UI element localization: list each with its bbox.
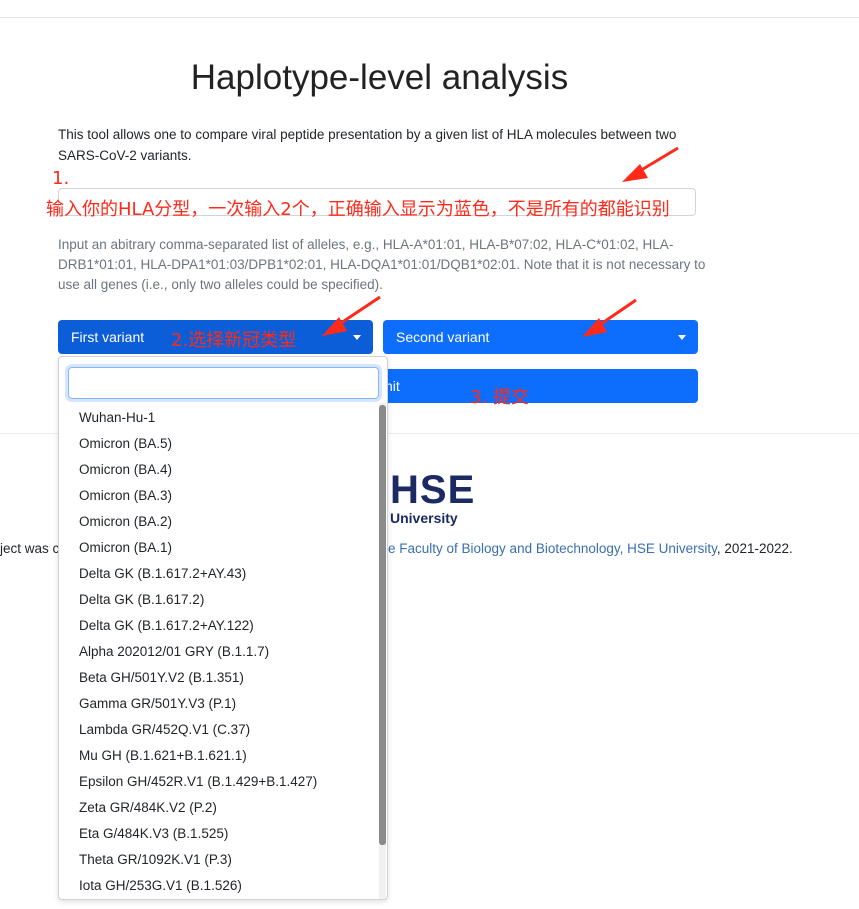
- annotation-step2-text: 2.选择新冠类型: [171, 330, 297, 351]
- variant-option[interactable]: Omicron (BA.4): [59, 457, 379, 483]
- variant-options-list: Wuhan-Hu-1 Omicron (BA.5) Omicron (BA.4) Om…: [59, 405, 379, 899]
- variant-option[interactable]: Omicron (BA.2): [59, 509, 379, 535]
- variant-option[interactable]: Eta G/484K.V3 (B.1.525): [59, 821, 379, 847]
- variant-option[interactable]: Omicron (BA.5): [59, 431, 379, 457]
- variant-option[interactable]: Iota GH/253G.V1 (B.1.526): [59, 873, 379, 899]
- variant-option[interactable]: Delta GK (B.1.617.2+AY.43): [59, 561, 379, 587]
- annotation-step1-text: 输入你的HLA分型，一次输入2个，正确输入显示为蓝色，不是所有的都能识别: [46, 199, 670, 220]
- footer-text-left: ject was c: [0, 541, 60, 556]
- variant-option[interactable]: Beta GH/501Y.V2 (B.1.351): [59, 665, 379, 691]
- scrollbar-thumb[interactable]: [379, 405, 386, 845]
- variant-option[interactable]: Epsilon GH/452R.V1 (B.1.429+B.1.427): [59, 769, 379, 795]
- annotation-arrowhead-1: [622, 164, 648, 182]
- caret-down-icon: [678, 335, 686, 340]
- hse-logo-text: HSE: [390, 468, 476, 512]
- first-variant-label: First variant: [71, 329, 145, 345]
- variant-option[interactable]: Omicron (BA.1): [59, 535, 379, 561]
- faculty-link[interactable]: e Faculty of Biology and Biotechnology, …: [388, 541, 717, 556]
- variant-option[interactable]: Delta GK (B.1.617.2): [59, 587, 379, 613]
- variant-option[interactable]: Delta GK (B.1.617.2+AY.122): [59, 613, 379, 639]
- variant-option[interactable]: Wuhan-Hu-1: [59, 405, 379, 431]
- tool-description: This tool allows one to compare viral pe…: [58, 127, 677, 163]
- variant-option[interactable]: Lambda GR/452Q.V1 (C.37): [59, 717, 379, 743]
- hse-logo-subtext: University: [390, 510, 458, 526]
- footer-years: , 2021-2022.: [716, 541, 793, 556]
- variant-option[interactable]: Zeta GR/484K.V2 (P.2): [59, 795, 379, 821]
- annotation-step1-number: 1.: [52, 168, 70, 189]
- second-variant-dropdown[interactable]: Second variant: [383, 320, 698, 354]
- caret-down-icon: [353, 335, 361, 340]
- variant-option[interactable]: Mu GH (B.1.621+B.1.621.1): [59, 743, 379, 769]
- hla-input-help-text: Input an abitrary comma-separated list o…: [58, 237, 706, 292]
- submit-button[interactable]: nit: [383, 369, 698, 403]
- annotation-step3-text: 3. 提交: [470, 387, 529, 408]
- variant-option[interactable]: Gamma GR/501Y.V3 (P.1): [59, 691, 379, 717]
- variant-option[interactable]: Omicron (BA.3): [59, 483, 379, 509]
- second-variant-label: Second variant: [396, 329, 490, 345]
- page-title: Haplotype-level analysis: [190, 58, 569, 97]
- variant-search-input[interactable]: [68, 367, 379, 399]
- variant-option[interactable]: Theta GR/1092K.V1 (P.3): [59, 847, 379, 873]
- top-divider: [0, 17, 859, 18]
- footer-credit: e Faculty of Biology and Biotechnology, …: [388, 541, 793, 556]
- variant-option[interactable]: Alpha 202012/01 GRY (B.1.1.7): [59, 639, 379, 665]
- variant-dropdown-menu: Wuhan-Hu-1 Omicron (BA.5) Omicron (BA.4) Om…: [58, 356, 388, 900]
- hse-logo: HSE University: [390, 470, 475, 526]
